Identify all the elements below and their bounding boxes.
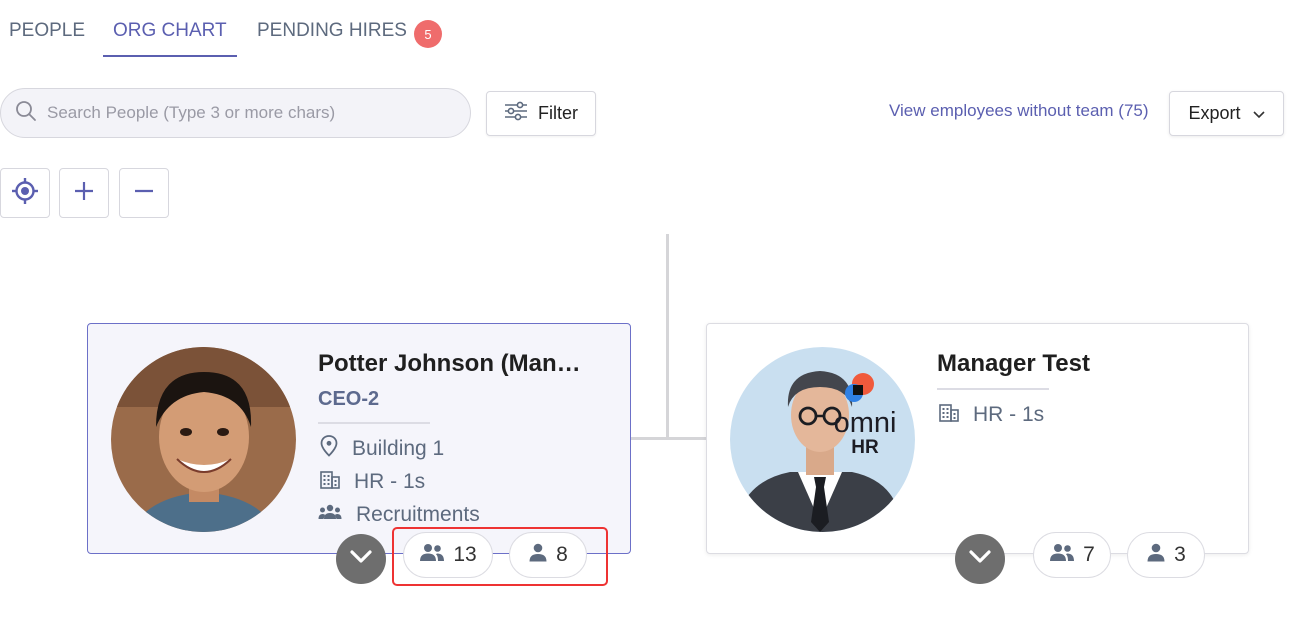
total-reports-count: 7 (1083, 543, 1095, 566)
building-icon (320, 469, 340, 495)
highlight-box (392, 527, 608, 586)
team-icon (318, 503, 342, 527)
plus-icon (73, 180, 95, 207)
divider (318, 422, 430, 424)
expand-button[interactable] (955, 534, 1005, 584)
expand-button[interactable] (336, 534, 386, 584)
person-icon (1146, 542, 1166, 568)
recenter-button[interactable] (0, 168, 50, 218)
org-connector-horizontal (631, 437, 706, 440)
department-row: HR - 1s (939, 402, 1044, 428)
zoom-in-button[interactable] (59, 168, 109, 218)
divider (937, 388, 1049, 390)
tab-people[interactable]: PEOPLE (9, 20, 85, 42)
team-row: Recruitments (318, 503, 480, 527)
employee-name[interactable]: Potter Johnson (Man… (318, 350, 613, 378)
employee-card[interactable]: Potter Johnson (Man… CEO-2 Building 1 HR… (87, 323, 631, 554)
tab-org-chart[interactable]: ORG CHART (113, 20, 227, 42)
search-icon (15, 100, 37, 127)
tab-bar: PEOPLE ORG CHART PENDING HIRES 5 (0, 0, 1308, 60)
avatar: omni HR (730, 347, 915, 532)
total-reports-chip[interactable]: 7 (1033, 532, 1111, 578)
employee-name[interactable]: Manager Test (937, 350, 1232, 378)
locate-icon (11, 177, 39, 210)
chevron-down-icon (350, 549, 372, 569)
map-pin-icon (320, 435, 338, 463)
department-row: HR - 1s (320, 469, 425, 495)
minus-icon (133, 180, 155, 207)
active-tab-underline (103, 55, 237, 57)
search-box[interactable] (0, 88, 471, 138)
export-button[interactable]: Export (1169, 91, 1284, 136)
omnihr-logo-subtext: HR (851, 437, 879, 458)
direct-reports-count: 3 (1174, 543, 1186, 566)
export-label: Export (1188, 103, 1241, 123)
filter-label: Filter (538, 103, 578, 123)
department-text: HR - 1s (354, 470, 426, 493)
pending-hires-badge: 5 (414, 20, 442, 48)
filter-button[interactable]: Filter (486, 91, 596, 136)
search-input[interactable] (47, 103, 447, 123)
chevron-down-icon (969, 549, 991, 569)
location-row: Building 1 (320, 435, 444, 463)
direct-reports-chip[interactable]: 3 (1127, 532, 1205, 578)
team-text: Recruitments (356, 503, 480, 526)
omnihr-logo-text: omni (834, 407, 897, 439)
avatar (111, 347, 296, 532)
department-text: HR - 1s (973, 403, 1045, 426)
location-text: Building 1 (352, 437, 445, 460)
sliders-icon (504, 101, 528, 126)
group-icon (1049, 542, 1075, 568)
view-employees-without-team-link[interactable]: View employees without team (75) (889, 101, 1149, 121)
org-connector-vertical (666, 234, 669, 439)
employee-title: CEO-2 (318, 388, 380, 410)
tab-pending-hires[interactable]: PENDING HIRES (257, 20, 407, 42)
zoom-out-button[interactable] (119, 168, 169, 218)
building-icon (939, 402, 959, 428)
employee-card[interactable]: omni HR Manager Test HR - 1s (706, 323, 1249, 554)
chevron-down-icon (1252, 103, 1265, 124)
